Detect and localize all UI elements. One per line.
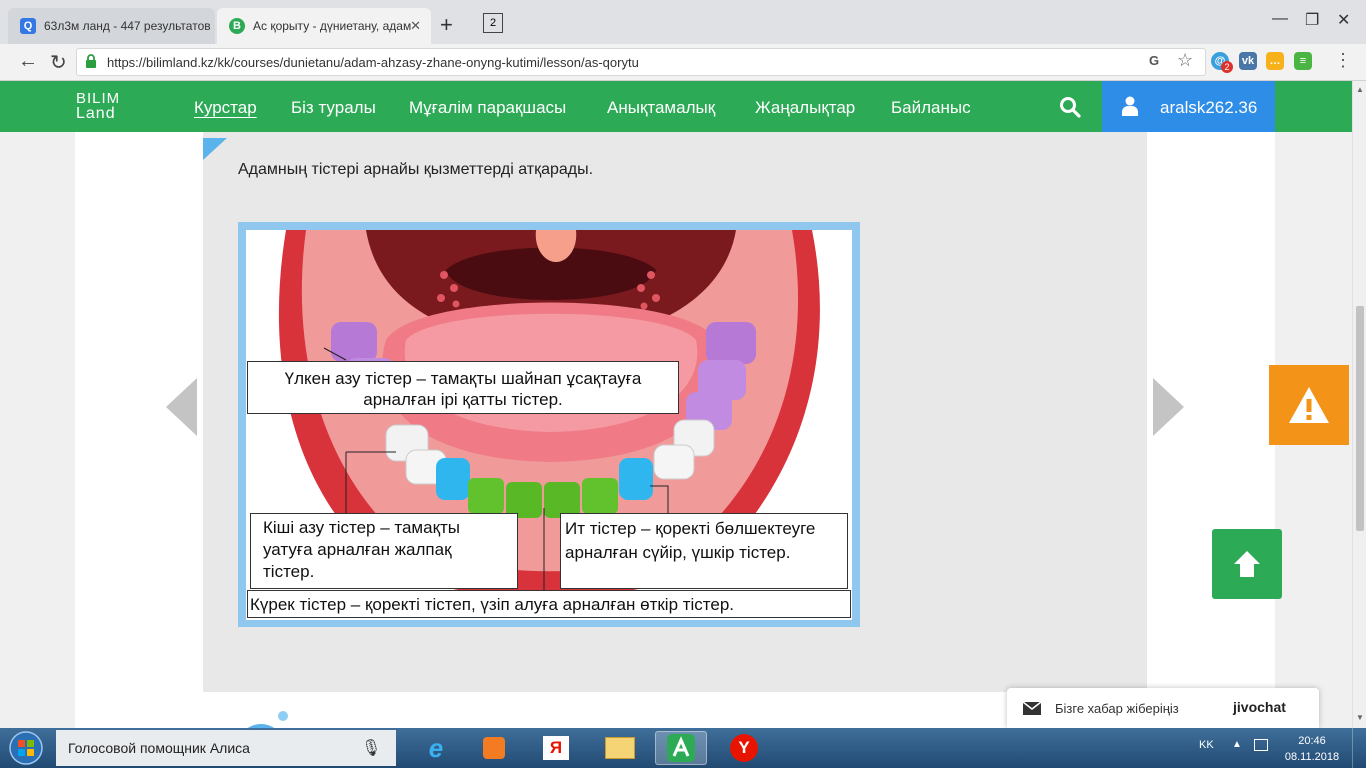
chat-prompt: Бізге хабар жіберіңіз [1055,701,1179,716]
scroll-up-icon[interactable]: ▲ [1356,85,1364,94]
close-tab-icon[interactable]: ✕ [410,18,421,34]
username: aralsk262.36 [1160,98,1258,117]
clock-date: 08.11.2018 [1284,751,1340,763]
microphone-muted-icon[interactable]: 🎙 [361,738,381,758]
media-player-icon[interactable] [468,731,520,765]
nav-teacher-page[interactable]: Мұғалім парақшасы [409,98,566,118]
teeth-illustration: Үлкен азу тістер – тамақты шайнап ұсақта… [246,230,852,620]
close-window-icon[interactable]: ✕ [1337,10,1350,30]
label-incisors: Күрек тістер – қоректі тістеп, үзіп алуғ… [247,590,851,618]
tab-bar: Q 63л3м ланд - 447 результатов B Ас қоры… [0,0,1366,44]
address-toolbar: ← ↻ https://bilimland.kz/kk/courses/duni… [0,44,1366,81]
lesson-text: Адамның тістері арнайы қызметтерді атқар… [238,161,594,178]
assistant-label: Голосовой помощник Алиса [68,740,250,756]
label-molars: Үлкен азу тістер – тамақты шайнап ұсақта… [247,361,679,414]
nav-courses[interactable]: Курстар [194,98,257,118]
jivochat-logo: jivochat [1233,699,1286,715]
search-favicon-icon: Q [20,18,36,34]
clock-time: 20:46 [1298,735,1326,747]
site-header: BILIM Land Курстар Біз туралы Мұғалім па… [0,81,1366,132]
windows-start-button[interactable] [4,729,48,767]
show-desktop-button[interactable] [1352,728,1366,768]
page-scrollbar[interactable]: ▲ ▼ [1352,81,1366,728]
prev-slide-arrow[interactable] [166,378,197,436]
translate-icon[interactable]: G [1149,53,1159,68]
menu-icon[interactable]: ⋮ [1334,50,1352,71]
alice-voice-assistant-bar[interactable]: Голосовой помощник Алиса 🎙 [56,730,396,766]
search-icon[interactable] [1059,96,1081,118]
user-icon [1122,96,1138,116]
yandex-icon[interactable]: Y [718,731,770,765]
notification-badge: 2 [1221,61,1233,73]
taskbar: Голосовой помощник Алиса 🎙 e Я Y KK ▲ 20… [0,728,1366,768]
nav-contact[interactable]: Байланыс [891,98,971,118]
scroll-to-top-button[interactable] [1212,529,1282,599]
internet-explorer-icon[interactable]: e [410,731,462,765]
arrow-up-icon [1234,551,1260,577]
report-error-button[interactable] [1269,365,1349,445]
nav-news[interactable]: Жаңалықтар [755,98,855,118]
language-indicator[interactable]: KK [1199,739,1214,751]
vk-icon[interactable]: vk [1239,52,1257,70]
user-account-button[interactable]: aralsk262.36 [1102,81,1275,132]
nav-about[interactable]: Біз туралы [291,98,376,118]
envelope-icon [1023,702,1041,715]
list-ext-icon[interactable]: ≡ [1294,52,1312,70]
logo-line-1: BILIM [76,90,121,107]
next-slide-arrow[interactable] [1153,378,1184,436]
new-tab-button[interactable]: + [440,12,453,38]
file-explorer-icon[interactable] [594,731,646,765]
tray-expand-icon[interactable]: ▲ [1232,739,1242,750]
address-bar[interactable]: https://bilimland.kz/kk/courses/dunietan… [76,48,1206,76]
tab-title: Ас қорыту - дүниетану, адам [253,19,412,33]
chat-ext-icon[interactable]: … [1266,52,1284,70]
system-clock[interactable]: 20:46 08.11.2018 [1280,733,1344,765]
bilimland-logo[interactable]: BILIM Land [76,90,121,122]
label-premolars: Кіші азу тістер – тамақты уатуға арналға… [250,513,518,589]
scrollbar-thumb[interactable] [1356,306,1364,531]
yandex-browser-icon[interactable]: Я [530,731,582,765]
tab-bilimland[interactable]: B Ас қорыту - дүниетану, адам ✕ [217,8,431,44]
reload-icon[interactable]: ↻ [50,50,67,75]
bilimland-taskbar-icon [667,734,695,762]
logo-line-2: Land [76,105,116,122]
bookmark-star-icon[interactable]: ☆ [1177,50,1193,71]
bilimland-favicon-icon: B [229,18,245,34]
lock-icon [86,54,96,68]
tab-count-button[interactable]: 2 [483,13,503,33]
back-icon[interactable]: ← [18,50,38,73]
bilimland-app-icon[interactable] [655,731,707,765]
nav-reference[interactable]: Анықтамалық [607,98,715,118]
minimize-icon[interactable]: — [1272,10,1288,28]
scroll-down-icon[interactable]: ▼ [1356,713,1364,722]
network-icon[interactable] [1254,739,1268,751]
label-canines: Ит тістер – қоректі бөлшектеуге арналған… [560,513,848,589]
panel-corner-decoration [203,138,227,160]
restore-icon[interactable]: ❐ [1305,10,1319,30]
url-text: https://bilimland.kz/kk/courses/dunietan… [107,55,639,70]
tab-title: 63л3м ланд - 447 результатов [44,19,211,33]
warning-icon [1289,387,1329,423]
tab-search[interactable]: Q 63л3м ланд - 447 результатов [8,8,215,44]
jivochat-widget[interactable]: Бізге хабар жіберіңіз jivochat [1007,688,1319,728]
